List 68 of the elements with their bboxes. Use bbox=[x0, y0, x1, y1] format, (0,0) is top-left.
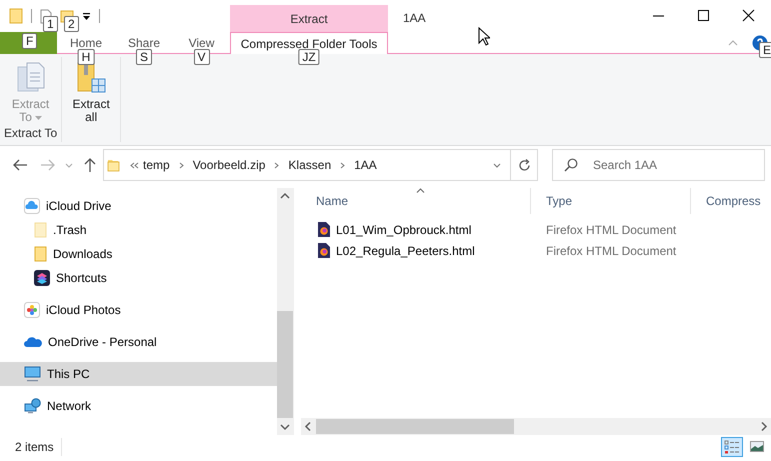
column-header[interactable]: Compress bbox=[691, 188, 771, 214]
sort-ascending-icon bbox=[416, 188, 424, 193]
breadcrumb-item[interactable]: temp bbox=[143, 156, 170, 174]
view-button[interactable] bbox=[721, 436, 743, 456]
large-icons-view-icon bbox=[750, 441, 764, 452]
details-view-icon bbox=[724, 440, 740, 454]
column-header[interactable]: Name bbox=[301, 188, 531, 214]
breadcrumb-separator-icon[interactable] bbox=[178, 162, 184, 168]
search-field[interactable]: Search 1AA bbox=[552, 149, 765, 181]
item-count: 2 items bbox=[15, 438, 62, 456]
key-tip: F bbox=[22, 33, 38, 49]
key-tip: H bbox=[78, 49, 94, 65]
folder-icon bbox=[34, 222, 47, 238]
collapse-ribbon-icon[interactable] bbox=[728, 40, 738, 46]
monitor-icon bbox=[24, 366, 41, 382]
horizontal-scrollbar[interactable] bbox=[301, 418, 771, 435]
navigation-item[interactable]: .Trash bbox=[0, 218, 277, 242]
dropdown-icon[interactable] bbox=[82, 12, 91, 20]
cloud-icon bbox=[24, 336, 42, 348]
flower-icon bbox=[24, 302, 40, 318]
search-icon bbox=[564, 158, 578, 172]
breadcrumb-item[interactable]: 1AA bbox=[354, 156, 377, 174]
file-type: Firefox HTML Document bbox=[545, 242, 676, 260]
navigation-item[interactable]: OneDrive - Personal bbox=[0, 330, 277, 354]
window-title: 1AA bbox=[402, 10, 426, 27]
column-header[interactable]: Type bbox=[531, 188, 691, 214]
key-tip: V bbox=[194, 49, 210, 65]
key-tip: JZ bbox=[298, 49, 320, 65]
ribbon-tab[interactable]: Compressed Folder Tools bbox=[230, 32, 388, 54]
file-name[interactable]: L01_Wim_Opbrouck.html bbox=[336, 220, 472, 238]
folder-icon bbox=[34, 246, 47, 262]
file-name[interactable]: L02_Regula_Peeters.html bbox=[336, 242, 475, 260]
cloud-icon bbox=[24, 198, 40, 214]
firefox-document-icon bbox=[318, 243, 330, 258]
scrollbar-thumb[interactable] bbox=[277, 311, 293, 418]
back-arrow-icon[interactable] bbox=[12, 158, 28, 172]
folder-icon bbox=[107, 158, 120, 172]
dropdown-caret-icon[interactable] bbox=[493, 162, 501, 168]
key-tip: E bbox=[759, 42, 771, 58]
scrollbar-thumb[interactable] bbox=[316, 419, 514, 434]
cursor-icon bbox=[478, 27, 490, 46]
breadcrumb-item[interactable]: Voorbeeld.zip bbox=[192, 156, 266, 174]
refresh-icon[interactable] bbox=[518, 158, 530, 172]
recent-locations-caret-icon[interactable] bbox=[65, 162, 73, 168]
network-icon bbox=[24, 398, 41, 414]
overflow-chevron-icon[interactable] bbox=[130, 162, 139, 168]
navigation-item[interactable]: Downloads bbox=[0, 242, 277, 266]
breadcrumb-separator-icon[interactable] bbox=[340, 162, 346, 168]
key-tip: S bbox=[136, 49, 152, 65]
navigation-item[interactable]: Shortcuts bbox=[0, 266, 277, 290]
breadcrumb-separator-icon[interactable] bbox=[274, 162, 280, 168]
ribbon-group-label: Extract To bbox=[4, 125, 58, 142]
breadcrumb-item[interactable]: Klassen bbox=[288, 156, 332, 174]
key-tip: 1 bbox=[43, 16, 58, 32]
vertical-scrollbar[interactable] bbox=[277, 188, 293, 435]
documents-icon bbox=[14, 61, 47, 93]
firefox-document-icon bbox=[318, 222, 330, 237]
layers-icon bbox=[34, 270, 50, 286]
key-tip: 2 bbox=[64, 16, 79, 32]
contextual-tab-header: Extract bbox=[230, 5, 388, 32]
file-type: Firefox HTML Document bbox=[545, 222, 676, 238]
navigation-item[interactable]: This PC bbox=[0, 362, 277, 386]
up-arrow-icon[interactable] bbox=[83, 157, 97, 173]
file-tab[interactable]: F bbox=[0, 32, 57, 54]
navigation-item[interactable]: iCloud Drive bbox=[0, 194, 277, 218]
address-bar[interactable]: temp Voorbeeld.zip Klassen 1AA bbox=[103, 149, 538, 181]
navigation-item[interactable]: Network bbox=[0, 394, 277, 418]
navigation-item[interactable]: iCloud Photos bbox=[0, 298, 277, 322]
